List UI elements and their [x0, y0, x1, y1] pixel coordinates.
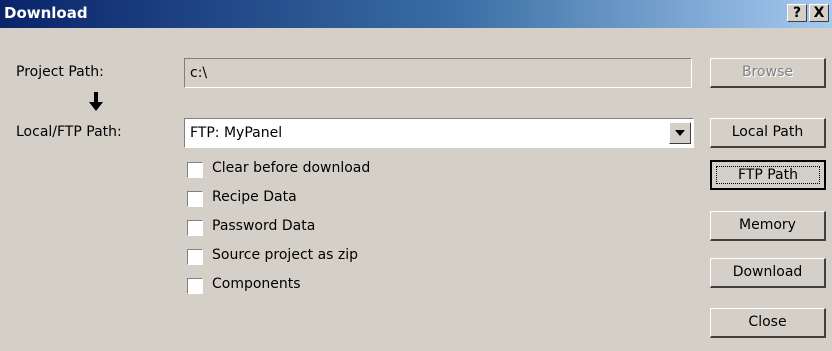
source-project-zip-label: Source project as zip [212, 247, 359, 263]
window-title: Download [4, 4, 88, 22]
clear-before-download-checkbox[interactable] [187, 162, 203, 178]
project-path-label: Project Path: [16, 64, 104, 80]
browse-button[interactable]: Browse [710, 58, 826, 88]
local-ftp-path-select[interactable]: FTP: MyPanel [184, 118, 694, 148]
local-path-button[interactable]: Local Path [710, 118, 826, 148]
components-checkbox[interactable] [187, 278, 203, 294]
recipe-data-checkbox[interactable] [187, 191, 203, 207]
project-path-field: c:\ [184, 58, 692, 88]
focus-rect [716, 166, 820, 184]
arrow-down-icon [89, 92, 103, 111]
ftp-path-button[interactable]: FTP Path [710, 160, 826, 190]
chevron-down-icon[interactable] [669, 122, 691, 144]
recipe-data-label: Recipe Data [212, 189, 297, 205]
title-bar[interactable]: Download ? X [0, 0, 832, 28]
memory-button[interactable]: Memory [710, 211, 826, 241]
local-ftp-path-value: FTP: MyPanel [190, 125, 283, 141]
local-ftp-path-label: Local/FTP Path: [16, 124, 122, 140]
download-dialog: Download ? X Project Path: c:\ Local/FTP… [0, 0, 832, 351]
source-project-zip-checkbox[interactable] [187, 249, 203, 265]
password-data-label: Password Data [212, 218, 316, 234]
components-label: Components [212, 276, 301, 292]
password-data-checkbox[interactable] [187, 220, 203, 236]
download-button[interactable]: Download [710, 258, 826, 288]
clear-before-download-label: Clear before download [212, 160, 371, 176]
close-window-button[interactable]: X [809, 4, 829, 22]
help-button[interactable]: ? [787, 4, 807, 22]
close-button[interactable]: Close [710, 308, 826, 338]
